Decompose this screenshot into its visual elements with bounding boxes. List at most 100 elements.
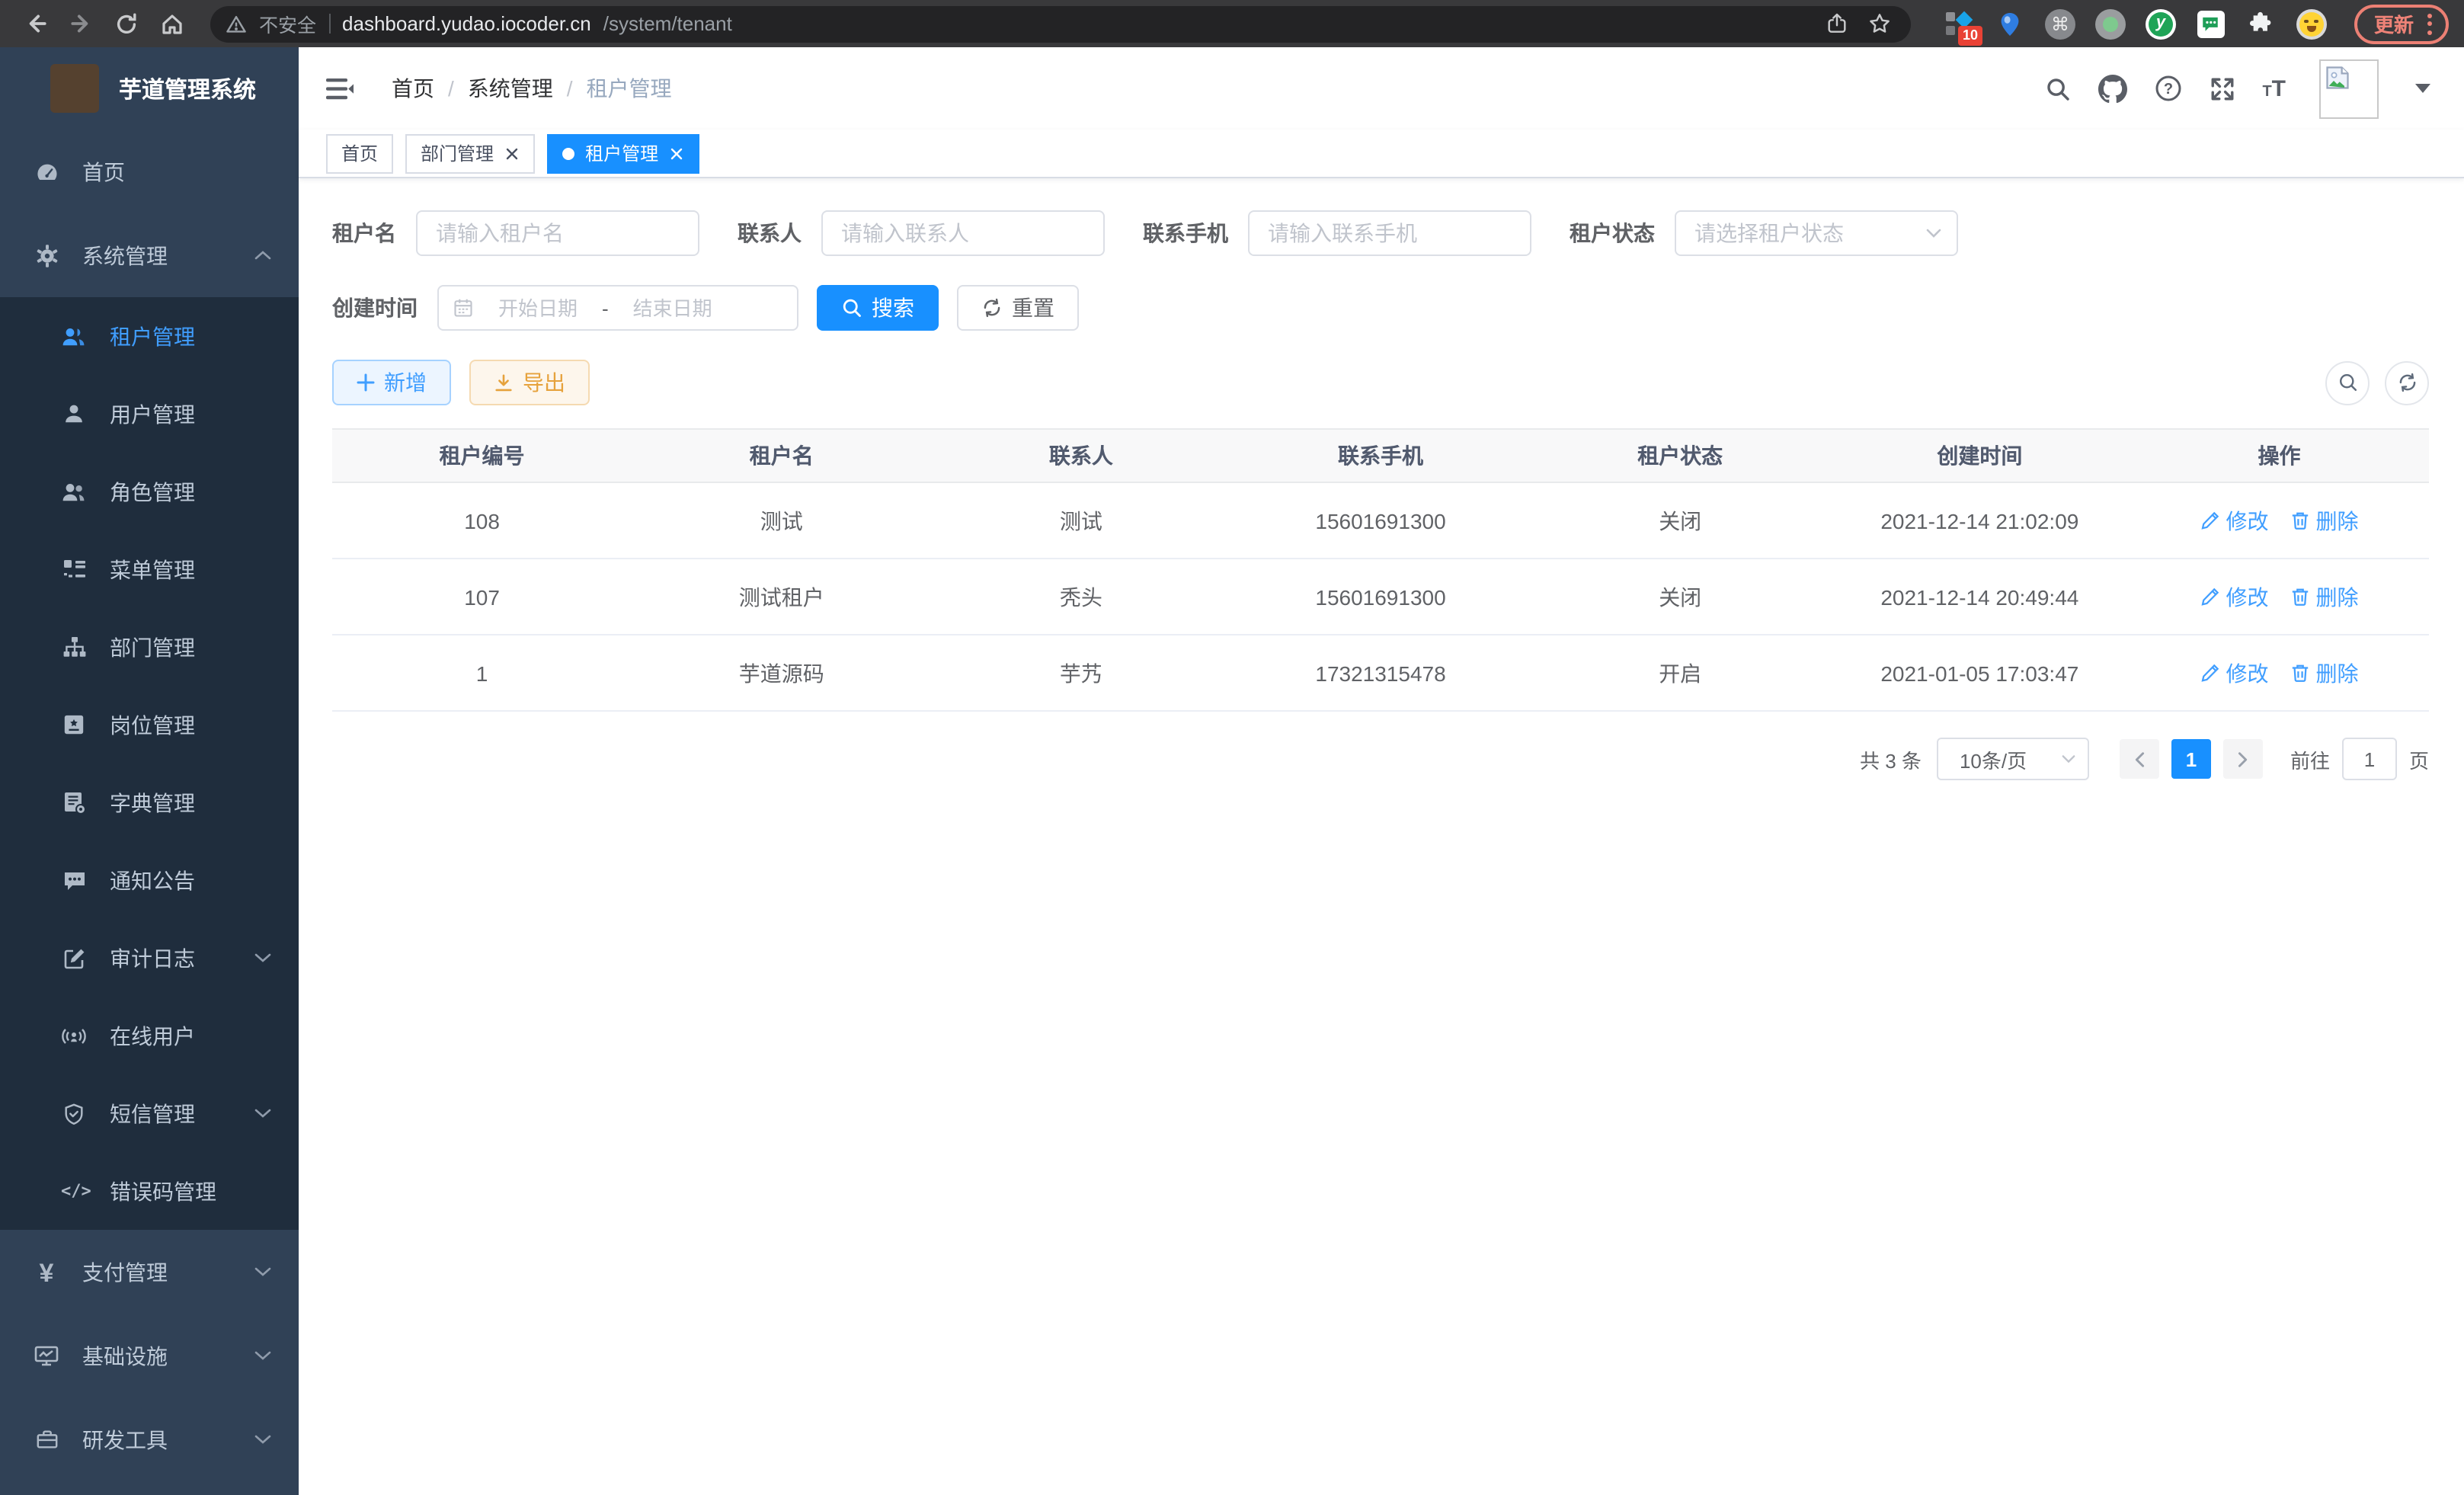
sidebar-collapse-icon[interactable] — [326, 77, 354, 100]
tags-view-bar: 首页 部门管理 租户管理 — [299, 130, 2464, 178]
reset-button[interactable]: 重置 — [957, 285, 1079, 331]
refresh-table-icon[interactable] — [2385, 360, 2429, 405]
prev-page-button[interactable] — [2120, 739, 2159, 779]
sidebar-item-notice[interactable]: 通知公告 — [0, 841, 299, 919]
extension-dot-icon[interactable] — [2095, 8, 2126, 39]
app-logo-row[interactable]: 芋道管理系统 — [0, 47, 299, 130]
monitor-icon — [34, 1343, 59, 1369]
add-button[interactable]: 新增 — [332, 360, 451, 405]
next-page-button[interactable] — [2223, 739, 2263, 779]
col-header: 租户名 — [632, 430, 931, 482]
edit-link[interactable]: 修改 — [2200, 505, 2269, 536]
online-user-icon — [61, 1023, 87, 1048]
close-icon[interactable] — [504, 146, 520, 161]
sidebar-item-menu[interactable]: 菜单管理 — [0, 530, 299, 608]
export-button[interactable]: 导出 — [469, 360, 590, 405]
goto-page-input[interactable] — [2342, 738, 2397, 780]
status-select[interactable]: 请选择租户状态 — [1675, 210, 1958, 256]
pagination: 共 3 条 10条/页 1 前往 页 — [332, 738, 2429, 780]
browser-home-icon[interactable] — [152, 4, 192, 43]
table-header-row: 租户编号 租户名 联系人 联系手机 租户状态 创建时间 操作 — [332, 430, 2429, 483]
sidebar-item-online-user[interactable]: 在线用户 — [0, 997, 299, 1074]
delete-link[interactable]: 删除 — [2290, 505, 2359, 536]
download-icon — [494, 373, 514, 392]
sidebar-item-dev-tools[interactable]: 研发工具 — [0, 1397, 299, 1481]
sidebar-item-post[interactable]: 岗位管理 — [0, 686, 299, 764]
sidebar-item-audit-log[interactable]: 审计日志 — [0, 919, 299, 997]
browser-reload-icon[interactable] — [107, 4, 146, 43]
delete-link[interactable]: 删除 — [2290, 658, 2359, 688]
date-range-picker[interactable]: - — [437, 285, 798, 331]
url-path: /system/tenant — [603, 12, 732, 35]
sidebar-item-tenant[interactable]: 租户管理 — [0, 297, 299, 375]
update-button[interactable]: 更新 — [2354, 4, 2449, 43]
font-size-icon[interactable]: TT — [2262, 77, 2286, 100]
sidebar-item-infra[interactable]: 基础设施 — [0, 1314, 299, 1397]
show-search-toggle-icon[interactable] — [2325, 360, 2370, 405]
app-logo — [50, 64, 99, 113]
sidebar-item-system[interactable]: 系统管理 — [0, 213, 299, 297]
help-icon[interactable]: ? — [2154, 75, 2181, 102]
create-time-label: 创建时间 — [332, 293, 437, 323]
role-users-icon — [61, 479, 87, 504]
profile-avatar-icon[interactable] — [2296, 8, 2327, 39]
close-icon[interactable] — [669, 146, 684, 161]
extensions-puzzle-icon[interactable] — [2246, 8, 2277, 39]
col-header: 操作 — [2130, 430, 2429, 482]
tab-dept[interactable]: 部门管理 — [405, 133, 535, 173]
sidebar-item-pay[interactable]: ¥ 支付管理 — [0, 1230, 299, 1314]
edit-link[interactable]: 修改 — [2200, 658, 2269, 688]
sidebar-item-user[interactable]: 用户管理 — [0, 375, 299, 453]
browser-back-icon[interactable] — [15, 4, 55, 43]
avatar-dropdown-caret[interactable] — [2415, 84, 2430, 93]
edit-log-icon — [61, 945, 87, 971]
github-icon[interactable] — [2098, 74, 2126, 103]
extension-badge-icon[interactable]: 10 — [1944, 8, 1975, 39]
search-button[interactable]: 搜索 — [817, 285, 939, 331]
page-content: 租户名 联系人 联系手机 租户状态 请选择租户状态 — [299, 178, 2464, 1495]
sidebar-item-role[interactable]: 角色管理 — [0, 453, 299, 530]
mobile-input[interactable] — [1248, 210, 1531, 256]
breadcrumb-system[interactable]: 系统管理 — [468, 73, 553, 104]
delete-link[interactable]: 删除 — [2290, 581, 2359, 612]
goto-label: 前往 — [2290, 744, 2330, 773]
sidebar-item-home[interactable]: 首页 — [0, 130, 299, 213]
bookmark-star-icon[interactable] — [1865, 8, 1896, 39]
tenant-name-label: 租户名 — [332, 218, 416, 248]
tenant-name-input[interactable] — [416, 210, 699, 256]
contact-input[interactable] — [821, 210, 1105, 256]
browser-menu-icon[interactable] — [2427, 13, 2432, 34]
top-navbar: 首页 / 系统管理 / 租户管理 ? TT — [299, 47, 2464, 130]
status-label: 租户状态 — [1570, 218, 1675, 248]
sidebar-item-error-code[interactable]: </> 错误码管理 — [0, 1152, 299, 1230]
extension-y-icon[interactable]: y — [2146, 8, 2176, 39]
date-range-separator: - — [602, 296, 609, 319]
page-size-select[interactable]: 10条/页 — [1937, 738, 2089, 780]
sidebar-item-dict[interactable]: 字典管理 — [0, 764, 299, 841]
tab-tenant[interactable]: 租户管理 — [547, 133, 699, 173]
edit-link[interactable]: 修改 — [2200, 581, 2269, 612]
end-date-input[interactable] — [615, 295, 731, 321]
start-date-input[interactable] — [480, 295, 596, 321]
extension-command-icon[interactable]: ⌘ — [2045, 8, 2075, 39]
breadcrumb-home[interactable]: 首页 — [392, 73, 434, 104]
fullscreen-icon[interactable] — [2209, 75, 2235, 101]
page-number-current[interactable]: 1 — [2171, 739, 2211, 779]
chevron-down-icon — [254, 1266, 271, 1277]
browser-forward-icon[interactable] — [61, 4, 101, 43]
user-avatar[interactable] — [2319, 59, 2379, 118]
tab-home[interactable]: 首页 — [326, 133, 393, 173]
user-icon — [61, 401, 87, 427]
breadcrumb-separator: / — [567, 76, 573, 101]
header-search-icon[interactable] — [2044, 75, 2070, 101]
sidebar-item-dept[interactable]: 部门管理 — [0, 608, 299, 686]
address-bar[interactable]: 不安全 dashboard.yudao.iocoder.cn/system/te… — [210, 5, 1911, 42]
users-icon — [61, 323, 87, 349]
sidebar-item-sms[interactable]: 短信管理 — [0, 1074, 299, 1152]
gear-icon — [34, 242, 59, 268]
extension-chat-icon[interactable] — [2196, 8, 2226, 39]
org-chart-icon — [61, 634, 87, 660]
share-icon[interactable] — [1822, 8, 1853, 39]
id-badge-icon — [61, 712, 87, 738]
extension-pin-icon[interactable] — [1995, 8, 2025, 39]
